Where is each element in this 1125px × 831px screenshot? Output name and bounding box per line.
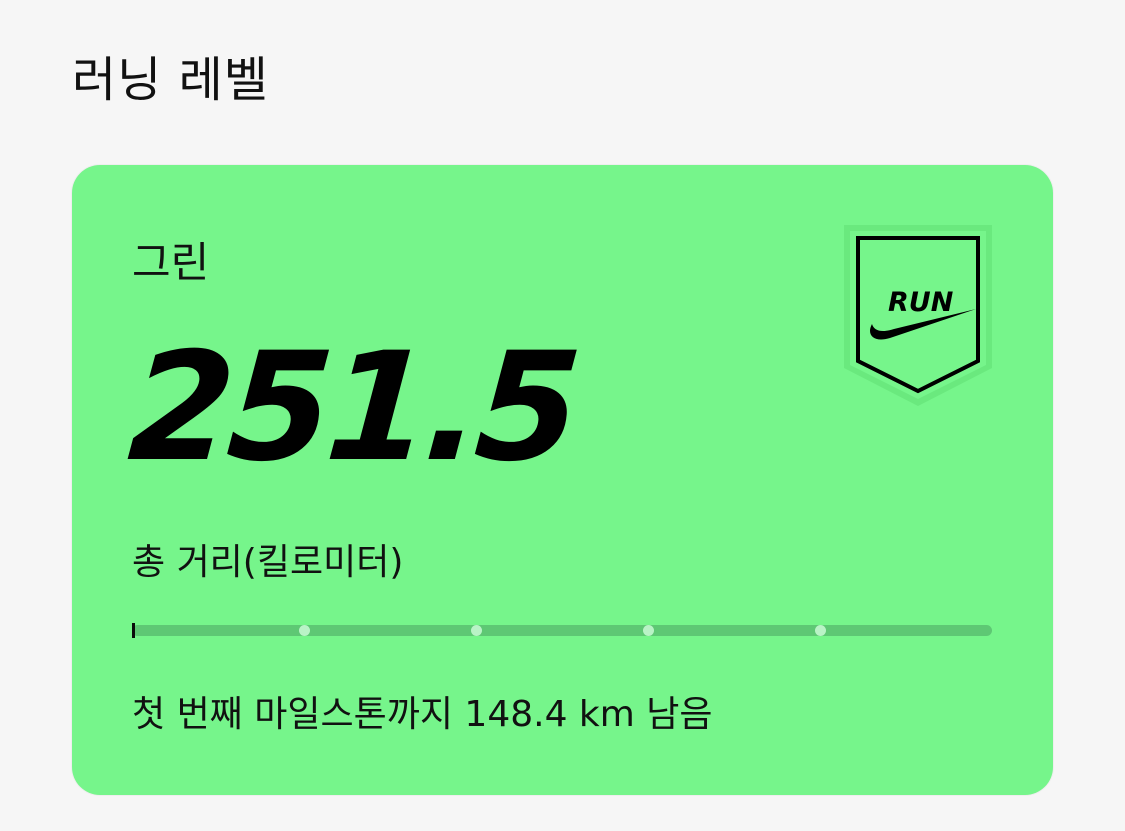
run-badge-icon: RUN — [842, 223, 994, 408]
milestone-dot-2 — [471, 625, 482, 636]
progress-track — [132, 625, 992, 636]
progress-start-marker — [132, 623, 135, 638]
level-card[interactable]: 그린 RUN 251.5 총 거리(킬로미터) 첫 번째 마일스톤까지 148.… — [72, 165, 1053, 795]
badge-label: RUN — [888, 287, 954, 318]
milestone-dot-4 — [815, 625, 826, 636]
page-title: 러닝 레벨 — [72, 52, 269, 108]
distance-label: 총 거리(킬로미터) — [132, 542, 404, 583]
total-distance: 251.5 — [123, 321, 581, 495]
milestone-dot-3 — [643, 625, 654, 636]
level-name: 그린 — [132, 238, 210, 287]
milestone-dot-1 — [299, 625, 310, 636]
remaining-distance-text: 첫 번째 마일스톤까지 148.4 km 남음 — [132, 694, 713, 735]
running-level-page: 러닝 레벨 그린 RUN 251.5 총 거리(킬로미터) 첫 번째 마일스톤까… — [0, 0, 1125, 831]
